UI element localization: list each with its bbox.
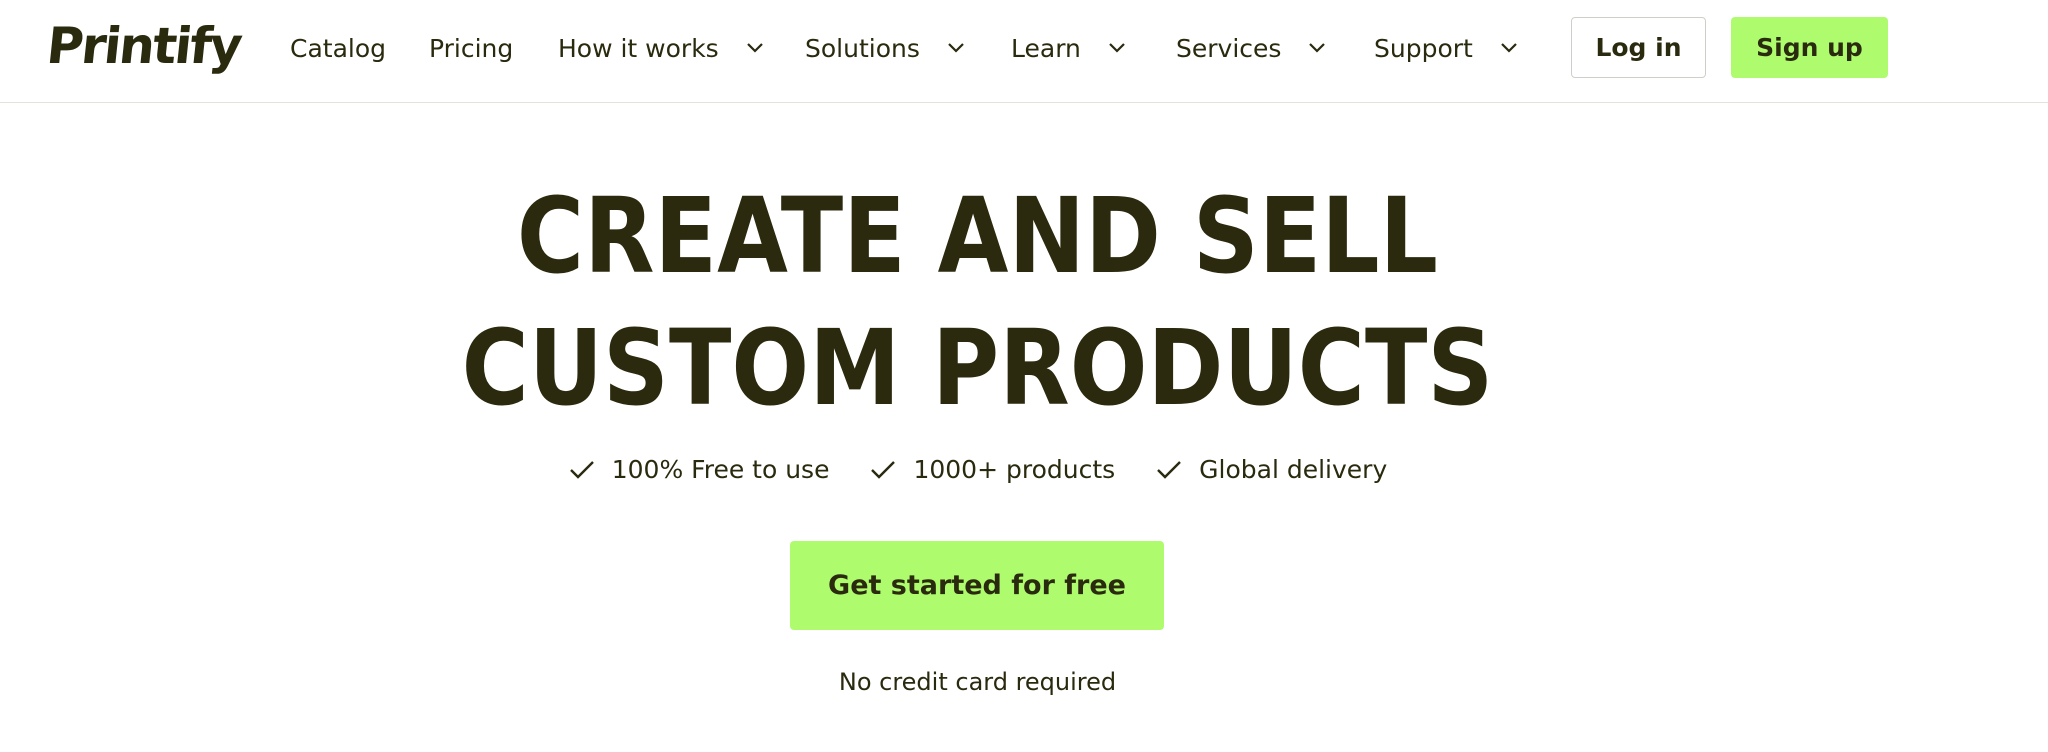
- nav-solutions-label: Solutions: [805, 33, 920, 63]
- nav-catalog[interactable]: Catalog: [290, 28, 386, 68]
- printify-logo[interactable]: Printify: [44, 16, 244, 76]
- no-credit-card-note: No credit card required: [838, 668, 1117, 696]
- check-icon: [1155, 456, 1183, 484]
- feature-label: 1000+ products: [913, 455, 1116, 484]
- sign-up-button[interactable]: Sign up: [1731, 17, 1888, 78]
- chevron-down-icon: [745, 38, 765, 58]
- chevron-down-icon: [946, 38, 966, 58]
- top-navigation-bar: Printify Catalog Pricing How it works So…: [0, 0, 2048, 103]
- feature-list: 100% Free to use 1000+ products Global d…: [0, 455, 1955, 484]
- nav-pricing-label: Pricing: [429, 33, 514, 63]
- log-in-button[interactable]: Log in: [1571, 17, 1706, 78]
- nav-pricing[interactable]: Pricing: [429, 28, 513, 68]
- page: Printify Catalog Pricing How it works So…: [0, 0, 2048, 752]
- feature-item: Global delivery: [1155, 455, 1387, 484]
- chevron-down-icon: [1499, 38, 1519, 58]
- nav-how-it-works[interactable]: How it works: [558, 28, 765, 68]
- feature-item: 100% Free to use: [568, 455, 830, 484]
- nav-catalog-label: Catalog: [290, 33, 387, 63]
- feature-label: 100% Free to use: [611, 455, 830, 484]
- check-icon: [568, 456, 596, 484]
- chevron-down-icon: [1307, 38, 1327, 58]
- nav-learn[interactable]: Learn: [1011, 28, 1127, 68]
- hero-title-line-1: CREATE AND SELL: [516, 175, 1438, 297]
- nav-solutions[interactable]: Solutions: [805, 28, 966, 68]
- chevron-down-icon: [1107, 38, 1127, 58]
- feature-item: 1000+ products: [869, 455, 1115, 484]
- nav-support[interactable]: Support: [1374, 28, 1519, 68]
- feature-label: Global delivery: [1199, 455, 1388, 484]
- hero-title-line-2: CUSTOM PRODUCTS: [461, 307, 1494, 429]
- get-started-button[interactable]: Get started for free: [790, 541, 1164, 630]
- nav-how-it-works-label: How it works: [558, 33, 719, 63]
- nav-learn-label: Learn: [1011, 33, 1081, 63]
- nav-support-label: Support: [1374, 33, 1473, 63]
- hero-title: CREATE AND SELL CUSTOM PRODUCTS: [117, 170, 1837, 434]
- nav-services-label: Services: [1176, 33, 1282, 63]
- check-icon: [869, 456, 897, 484]
- nav-services[interactable]: Services: [1176, 28, 1327, 68]
